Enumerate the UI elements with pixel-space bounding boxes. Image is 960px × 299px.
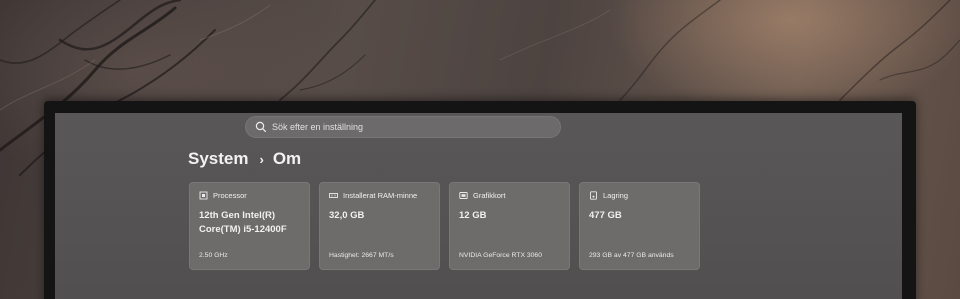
- desk-background: System › Om Processor 12t: [0, 0, 960, 299]
- card-title: Installerat RAM-minne: [343, 191, 418, 200]
- search-box[interactable]: [245, 116, 561, 138]
- storage-usage: 293 GB av 477 GB används: [589, 252, 674, 259]
- processor-icon: [199, 191, 208, 200]
- graphics-memory-value: 12 GB: [459, 210, 487, 221]
- card-header: Lagring: [589, 191, 628, 200]
- breadcrumb: System › Om: [188, 149, 301, 169]
- graphics-card[interactable]: Grafikkort 12 GB NVIDIA GeForce RTX 3060: [449, 182, 570, 270]
- card-header: Installerat RAM-minne: [329, 191, 417, 200]
- ram-icon: [329, 191, 338, 200]
- settings-window: System › Om Processor 12t: [55, 113, 902, 299]
- search-icon: [254, 120, 268, 134]
- card-title: Processor: [213, 191, 247, 200]
- search-input[interactable]: [272, 122, 542, 132]
- storage-value: 477 GB: [589, 210, 622, 221]
- spec-cards: Processor 12th Gen Intel(R) Core(TM) i5-…: [189, 182, 700, 270]
- ram-value: 32,0 GB: [329, 210, 365, 221]
- card-title: Grafikkort: [473, 191, 506, 200]
- processor-value: 12th Gen Intel(R) Core(TM) i5-12400F: [199, 210, 287, 235]
- graphics-card-icon: [459, 191, 468, 200]
- storage-card[interactable]: Lagring 477 GB 293 GB av 477 GB används: [579, 182, 700, 270]
- ram-card[interactable]: Installerat RAM-minne 32,0 GB Hastighet:…: [319, 182, 440, 270]
- storage-icon: [589, 191, 598, 200]
- processor-speed: 2.50 GHz: [199, 252, 228, 259]
- breadcrumb-separator: ›: [259, 151, 264, 167]
- page-title: Om: [272, 149, 302, 168]
- card-title: Lagring: [603, 191, 629, 200]
- processor-card[interactable]: Processor 12th Gen Intel(R) Core(TM) i5-…: [189, 182, 310, 270]
- monitor-bezel: System › Om Processor 12t: [44, 101, 916, 299]
- ram-speed: Hastighet: 2667 MT/s: [329, 252, 394, 259]
- card-header: Grafikkort: [459, 191, 506, 200]
- card-header: Processor: [199, 191, 247, 200]
- graphics-model: NVIDIA GeForce RTX 3060: [459, 252, 542, 259]
- breadcrumb-system[interactable]: System: [188, 149, 248, 169]
